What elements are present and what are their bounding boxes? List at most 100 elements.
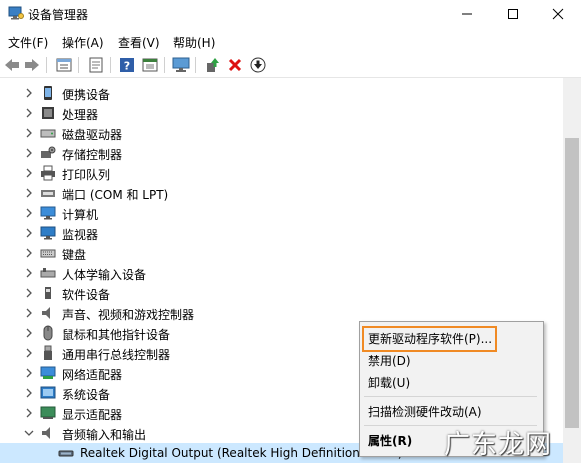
uninstall-button[interactable] xyxy=(226,56,244,74)
toolbar-separator xyxy=(78,57,79,73)
menu-file[interactable]: 文件(F) xyxy=(8,34,48,51)
chevron-right-icon[interactable] xyxy=(24,187,34,199)
chevron-right-icon[interactable] xyxy=(24,287,34,299)
show-hidden-button[interactable] xyxy=(55,56,73,74)
forward-button[interactable] xyxy=(23,56,41,74)
tree-item[interactable]: 打印队列 xyxy=(0,163,563,183)
minimize-button[interactable] xyxy=(444,0,490,28)
title-bar: 设备管理器 xyxy=(0,0,581,28)
chevron-right-icon[interactable] xyxy=(24,227,34,239)
menu-separator xyxy=(364,396,537,397)
hid-icon xyxy=(40,268,56,278)
tree-item-label: 处理器 xyxy=(62,108,99,122)
chevron-right-icon[interactable] xyxy=(24,87,34,99)
usb-icon xyxy=(44,345,52,360)
tree-item-label: 监视器 xyxy=(62,228,99,242)
chevron-right-icon[interactable] xyxy=(24,207,34,219)
help-button[interactable]: ? xyxy=(118,56,136,74)
minimize-icon xyxy=(462,13,472,15)
properties-button[interactable] xyxy=(87,56,105,74)
tree-item[interactable]: 端口 (COM 和 LPT) xyxy=(0,183,563,203)
menu-uninstall[interactable]: 卸载(U) xyxy=(368,374,410,391)
storage-controller-icon xyxy=(41,146,56,158)
chevron-right-icon[interactable] xyxy=(24,107,34,119)
tree-item[interactable]: 存储控制器 xyxy=(0,143,563,163)
speaker-icon xyxy=(42,307,50,319)
menu-disable[interactable]: 禁用(D) xyxy=(368,352,411,369)
chevron-right-icon[interactable] xyxy=(24,247,34,259)
chevron-down-icon[interactable] xyxy=(24,427,34,439)
tree-item-label: 显示适配器 xyxy=(62,408,123,422)
menu-help[interactable]: 帮助(H) xyxy=(173,34,215,51)
help-icon: ? xyxy=(120,58,134,73)
portable-device-icon xyxy=(44,86,52,100)
menu-bar: 文件(F) 操作(A) 查看(V) 帮助(H) xyxy=(0,30,581,52)
chevron-right-icon[interactable] xyxy=(24,167,34,179)
audio-output-device-icon xyxy=(58,450,74,457)
software-device-icon xyxy=(45,287,51,299)
scrollbar-thumb[interactable] xyxy=(565,138,579,428)
tree-item-label: 网络适配器 xyxy=(62,368,123,382)
scan-monitor-button[interactable] xyxy=(172,56,190,74)
update-driver-button[interactable] xyxy=(203,56,221,74)
chevron-right-icon[interactable] xyxy=(24,387,34,399)
toolbar-separator xyxy=(46,57,47,73)
monitor-icon xyxy=(40,226,56,240)
chevron-right-icon[interactable] xyxy=(24,307,34,319)
tree-item[interactable]: 磁盘驱动器 xyxy=(0,123,563,143)
chevron-right-icon[interactable] xyxy=(24,347,34,359)
view-button[interactable] xyxy=(141,56,159,74)
watermark: 广东龙网 xyxy=(444,430,553,460)
tree-item-label: 端口 (COM 和 LPT) xyxy=(62,188,169,202)
tree-item[interactable]: 处理器 xyxy=(0,103,563,123)
close-button[interactable] xyxy=(535,0,581,28)
forward-icon xyxy=(25,59,39,71)
vertical-scrollbar[interactable] xyxy=(563,78,581,463)
tree-child-label: Realtek Digital Output (Realtek High Def… xyxy=(80,446,403,460)
menu-action[interactable]: 操作(A) xyxy=(62,34,104,51)
processor-icon xyxy=(42,107,54,119)
mouse-icon xyxy=(43,325,53,341)
tree-item-label: 便携设备 xyxy=(62,88,111,102)
menu-properties[interactable]: 属性(R) xyxy=(368,432,412,449)
port-icon xyxy=(41,190,55,197)
tree-item[interactable]: 计算机 xyxy=(0,203,563,223)
tree-item[interactable]: 便携设备 xyxy=(0,83,563,103)
tree-item[interactable]: 监视器 xyxy=(0,223,563,243)
menu-update-driver[interactable]: 更新驱动程序软件(P)... xyxy=(368,330,492,347)
tree-item-label: 系统设备 xyxy=(62,388,111,402)
chevron-right-icon[interactable] xyxy=(24,127,34,139)
system-device-icon xyxy=(40,386,56,399)
tree-item[interactable]: 人体学输入设备 xyxy=(0,263,563,283)
maximize-button[interactable] xyxy=(490,0,536,28)
tree-item[interactable]: 声音、视频和游戏控制器 xyxy=(0,303,563,323)
disable-icon xyxy=(250,57,266,73)
close-icon xyxy=(552,8,564,20)
chevron-right-icon[interactable] xyxy=(24,327,34,339)
menu-view[interactable]: 查看(V) xyxy=(118,34,160,51)
back-icon xyxy=(5,59,19,71)
disable-button[interactable] xyxy=(249,56,267,74)
toolbar-separator xyxy=(195,57,196,73)
tree-item-label: 磁盘驱动器 xyxy=(62,128,123,142)
chevron-right-icon[interactable] xyxy=(24,147,34,159)
back-button[interactable] xyxy=(3,56,21,74)
device-manager-icon xyxy=(8,6,24,20)
chevron-right-icon[interactable] xyxy=(24,407,34,419)
uninstall-icon xyxy=(228,58,242,72)
update-driver-icon xyxy=(207,58,219,72)
tree-item[interactable]: 键盘 xyxy=(0,243,563,263)
computer-icon xyxy=(40,206,56,220)
show-hidden-icon xyxy=(56,58,72,72)
scan-monitor-icon xyxy=(172,57,190,72)
svg-text:?: ? xyxy=(124,60,130,73)
tree-item-label: 键盘 xyxy=(62,248,87,262)
chevron-right-icon[interactable] xyxy=(24,367,34,379)
tree-item-label: 存储控制器 xyxy=(62,148,123,162)
keyboard-icon xyxy=(40,249,56,258)
tree-item[interactable]: 软件设备 xyxy=(0,283,563,303)
tree-item-label: 软件设备 xyxy=(62,288,111,302)
properties-icon xyxy=(89,57,103,73)
menu-scan-hardware[interactable]: 扫描检测硬件改动(A) xyxy=(368,403,482,420)
chevron-right-icon[interactable] xyxy=(24,267,34,279)
